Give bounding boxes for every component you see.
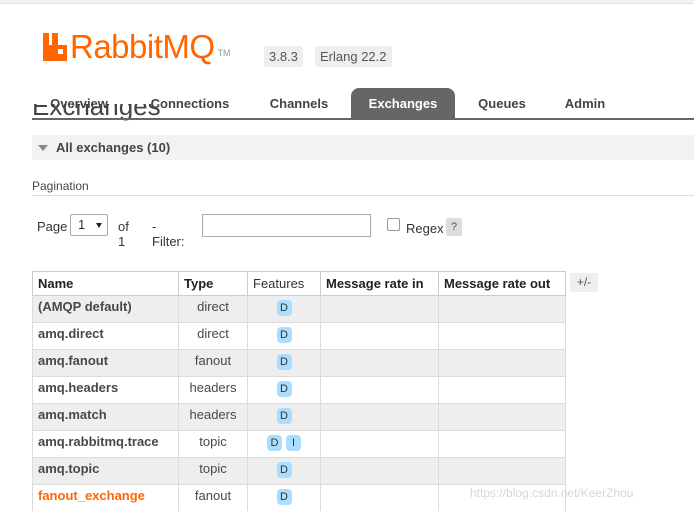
exchange-features: D bbox=[247, 376, 321, 404]
page-select[interactable]: 1 bbox=[70, 214, 108, 236]
tab-overview[interactable]: Overview bbox=[32, 88, 126, 120]
rabbitmq-logo[interactable]: RabbitMQ TM bbox=[43, 30, 231, 64]
message-rate-in bbox=[320, 349, 439, 377]
durable-feature-badge: D bbox=[267, 435, 282, 451]
chevron-down-icon bbox=[96, 223, 102, 228]
watermark: https://blog.csdn.net/KeerZhou bbox=[470, 486, 634, 500]
column-header-features: Features bbox=[247, 271, 321, 296]
exchange-name-link[interactable]: amq.direct bbox=[32, 322, 179, 350]
column-header-rate-in: Message rate in bbox=[320, 271, 439, 296]
exchange-name-link[interactable]: amq.topic bbox=[32, 457, 179, 485]
durable-feature-badge: D bbox=[276, 489, 292, 505]
durable-feature-badge: D bbox=[276, 381, 292, 397]
exchange-features: D bbox=[247, 349, 321, 377]
table-row: amq.headers headers D bbox=[32, 376, 566, 404]
table-row: amq.fanout fanout D bbox=[32, 349, 566, 377]
all-exchanges-toggle[interactable]: All exchanges (10) bbox=[32, 135, 694, 160]
exchange-features: D bbox=[247, 322, 321, 350]
message-rate-in bbox=[320, 430, 439, 458]
message-rate-out bbox=[438, 349, 566, 377]
durable-feature-badge: D bbox=[276, 354, 292, 370]
table-row: (AMQP default) direct D bbox=[32, 295, 566, 323]
tab-queues[interactable]: Queues bbox=[462, 88, 542, 120]
durable-feature-badge: D bbox=[276, 408, 292, 424]
exchange-name-link[interactable]: fanout_exchange bbox=[32, 484, 179, 511]
exchange-type: topic bbox=[178, 457, 248, 485]
exchanges-table: Name Type Features Message rate in Messa… bbox=[32, 271, 566, 511]
message-rate-in bbox=[320, 403, 439, 431]
table-row: amq.match headers D bbox=[32, 403, 566, 431]
erlang-version-badge: Erlang 22.2 bbox=[315, 46, 392, 67]
exchange-features: D bbox=[247, 457, 321, 485]
exchange-type: headers bbox=[178, 403, 248, 431]
pagination-label: Pagination bbox=[32, 179, 89, 193]
durable-feature-badge: D bbox=[276, 300, 292, 316]
exchange-name-link[interactable]: (AMQP default) bbox=[32, 295, 179, 323]
exchange-type: direct bbox=[178, 322, 248, 350]
version-badge: 3.8.3 bbox=[264, 46, 303, 67]
table-row: amq.direct direct D bbox=[32, 322, 566, 350]
exchange-type: topic bbox=[178, 430, 248, 458]
message-rate-in bbox=[320, 376, 439, 404]
internal-feature-badge: I bbox=[286, 435, 301, 451]
browser-top-strip bbox=[0, 0, 694, 4]
page-select-value: 1 bbox=[78, 217, 86, 232]
exchange-features: D bbox=[247, 295, 321, 323]
regex-label: Regex bbox=[406, 221, 444, 236]
exchange-type: fanout bbox=[178, 484, 248, 511]
message-rate-out bbox=[438, 457, 566, 485]
table-row: amq.topic topic D bbox=[32, 457, 566, 485]
column-toggle-button[interactable]: +/- bbox=[570, 273, 598, 292]
message-rate-in bbox=[320, 484, 439, 511]
exchange-name-link[interactable]: amq.rabbitmq.trace bbox=[32, 430, 179, 458]
message-rate-out bbox=[438, 295, 566, 323]
message-rate-out bbox=[438, 403, 566, 431]
tab-channels[interactable]: Channels bbox=[254, 88, 344, 120]
rabbitmq-logo-icon bbox=[43, 33, 67, 61]
table-header-row: Name Type Features Message rate in Messa… bbox=[32, 271, 566, 296]
regex-help-button[interactable]: ? bbox=[446, 218, 462, 236]
filter-label: - Filter: bbox=[152, 219, 185, 249]
exchange-type: direct bbox=[178, 295, 248, 323]
page-count-label: of 1 bbox=[118, 219, 129, 249]
message-rate-in bbox=[320, 322, 439, 350]
exchange-name-link[interactable]: amq.match bbox=[32, 403, 179, 431]
page-label: Page bbox=[37, 219, 68, 234]
tab-admin[interactable]: Admin bbox=[549, 88, 621, 120]
exchange-features: D bbox=[247, 484, 321, 511]
column-header-name[interactable]: Name bbox=[32, 271, 179, 296]
exchange-features: D bbox=[247, 403, 321, 431]
trademark-mark: TM bbox=[217, 48, 231, 58]
column-header-type[interactable]: Type bbox=[178, 271, 248, 296]
exchange-features: DI bbox=[247, 430, 321, 458]
exchange-name-link[interactable]: amq.headers bbox=[32, 376, 179, 404]
message-rate-in bbox=[320, 295, 439, 323]
regex-checkbox[interactable] bbox=[387, 218, 400, 231]
collapse-triangle-icon bbox=[38, 144, 48, 151]
durable-feature-badge: D bbox=[276, 462, 292, 478]
filter-input[interactable] bbox=[202, 214, 371, 237]
message-rate-out bbox=[438, 322, 566, 350]
message-rate-out bbox=[438, 376, 566, 404]
exchange-type: headers bbox=[178, 376, 248, 404]
tab-connections[interactable]: Connections bbox=[133, 88, 247, 120]
pagination-divider bbox=[32, 195, 694, 196]
message-rate-in bbox=[320, 457, 439, 485]
section-title: All exchanges (10) bbox=[56, 140, 171, 155]
exchange-type: fanout bbox=[178, 349, 248, 377]
durable-feature-badge: D bbox=[276, 327, 292, 343]
table-row: amq.rabbitmq.trace topic D I bbox=[32, 430, 566, 458]
exchange-name-link[interactable]: amq.fanout bbox=[32, 349, 179, 377]
rabbitmq-logo-text: RabbitMQ bbox=[70, 28, 215, 65]
column-header-rate-out: Message rate out bbox=[438, 271, 566, 296]
message-rate-out bbox=[438, 430, 566, 458]
tab-exchanges[interactable]: Exchanges bbox=[351, 88, 455, 120]
